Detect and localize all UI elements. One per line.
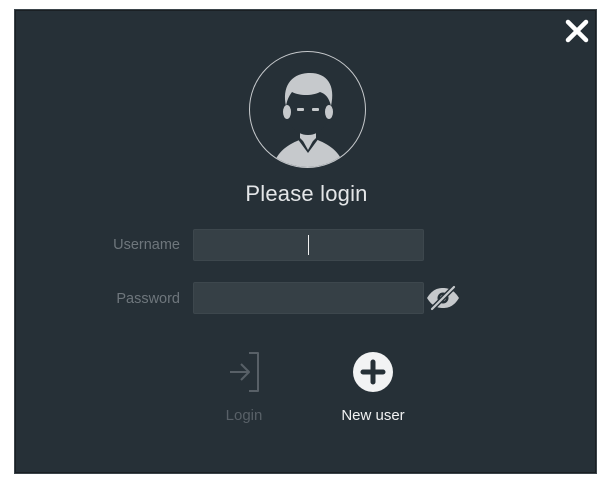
text-caret [308, 235, 309, 255]
sign-in-icon [230, 352, 259, 392]
login-dialog: Please login Username Password Login New… [14, 9, 597, 474]
login-button-label: Login [225, 407, 263, 424]
password-input[interactable] [193, 282, 424, 314]
eye-slash-icon [427, 284, 459, 312]
login-button[interactable]: Login [199, 350, 289, 424]
password-label: Password [116, 291, 180, 307]
close-button[interactable] [564, 18, 590, 44]
close-icon [565, 19, 589, 43]
new-user-button-label: New user [341, 407, 405, 424]
password-visibility-toggle[interactable] [425, 284, 461, 312]
username-label: Username [113, 237, 180, 253]
new-user-button[interactable]: New user [328, 350, 418, 424]
page-title: Please login [245, 181, 368, 206]
avatar [249, 51, 366, 168]
user-avatar-icon [272, 72, 345, 167]
plus-circle-icon [353, 352, 393, 392]
